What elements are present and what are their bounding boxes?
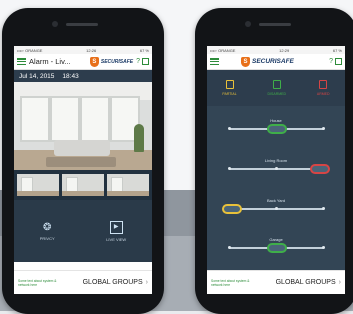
left-screen: ••••◦ ORANGE 12:26 67 % Alarm - Liv... S… [14,46,152,294]
battery-label: 67 % [139,47,149,53]
arm-mode-bar: PARTIAL DISARMED ARMED [207,70,345,106]
home-icon[interactable] [142,58,149,65]
live-view-icon: ▶ [109,220,123,234]
right-phone: ••••◦ ORANGE 12:29 67 % S SECURISAFE ? P… [195,8,353,314]
thumbnail[interactable] [62,174,104,196]
front-camera [52,21,58,27]
logo-text: SECURISAFE [252,58,294,65]
room-window [50,96,80,142]
thumbnail[interactable] [17,174,59,196]
global-groups-link[interactable]: GLOBAL GROUPS [276,279,336,286]
room-sofa [54,140,110,156]
mode-disarmed-button[interactable]: DISARMED [268,80,286,96]
area-name-house: House [270,118,282,123]
privacy-button[interactable]: ❂ PRIVCY [40,222,55,241]
live-view-button[interactable]: ▶ LIVE VIEW [106,220,127,242]
thumbnail[interactable] [107,174,149,196]
snapshot-date: Jul 14, 2015 [19,72,55,80]
area-slider-garage[interactable] [267,243,287,253]
carrier-label: ••••◦ ORANGE [17,47,43,53]
securisafe-logo: S SECURISAFE [241,56,294,67]
area-slider-living-room[interactable] [310,164,330,174]
shield-logo-icon: S [241,56,250,67]
snapshot-time: 18:43 [62,72,79,80]
live-view-label: LIVE VIEW [106,236,127,242]
camera-controls: ❂ PRIVCY ▶ LIVE VIEW [14,200,152,262]
left-phone: ••••◦ ORANGE 12:26 67 % Alarm - Liv... S… [2,8,164,314]
securisafe-logo: S SECURISAFE [89,56,134,67]
shield-logo-icon: S [89,56,99,67]
help-button[interactable]: ? [136,58,140,65]
mode-partial-button[interactable]: PARTIAL [222,80,237,96]
right-screen: ••••◦ ORANGE 12:29 67 % S SECURISAFE ? P… [207,46,345,294]
room-plant [134,124,144,152]
camera-privacy-icon: ❂ [43,221,52,233]
front-camera [245,21,251,27]
footer-bar: Some text about system & network here GL… [14,270,152,294]
earpiece-speaker [259,23,291,26]
nav-bar: Alarm - Liv... S SECURISAFE ? [14,54,152,70]
mode-armed-button[interactable]: ARMED [317,80,330,96]
room-rug [46,157,116,167]
room-window [20,96,50,142]
chevron-right-icon: › [338,279,341,286]
area-name-back-yard: Back Yard [266,198,286,203]
area-slider-house[interactable] [267,124,287,134]
status-bar: ••••◦ ORANGE 12:26 67 % [14,46,152,54]
camera-snapshot[interactable] [14,82,152,170]
mode-label: DISARMED [267,92,287,96]
home-icon[interactable] [335,58,342,65]
mode-label: ARMED [316,92,330,96]
area-name-garage: Garage [269,237,283,242]
clock-label: 12:29 [279,47,290,53]
footer-note: Some text about system & network here [211,278,250,287]
help-button[interactable]: ? [329,58,333,65]
lock-icon [319,80,328,89]
battery-label: 67 % [332,47,342,53]
status-bar: ••••◦ ORANGE 12:29 67 % [207,46,345,54]
earpiece-speaker [66,23,98,26]
snapshot-timestamp: Jul 14, 2015 18:43 [14,70,152,82]
nav-bar: S SECURISAFE ? [207,54,345,70]
mode-label: PARTIAL [222,92,237,96]
carrier-label: ••••◦ ORANGE [210,47,236,53]
room-window [80,96,110,142]
global-groups-link[interactable]: GLOBAL GROUPS [83,279,143,286]
chevron-right-icon: › [145,279,148,286]
area-slider-back-yard[interactable] [222,204,242,214]
menu-icon[interactable] [210,58,219,65]
footer-note: Some text about system & network here [18,278,57,287]
snapshot-thumbnails [14,170,152,200]
unlock-icon [272,80,281,89]
area-name-living-room: Living Room [264,158,288,163]
footer-bar: Some text about system & network here GL… [207,270,345,294]
lock-icon [225,80,234,89]
page-title: Alarm - Liv... [29,57,71,66]
clock-label: 12:26 [86,47,97,53]
menu-icon[interactable] [17,58,26,65]
privacy-label: PRIVCY [39,235,55,241]
area-list: House Living Room Back Yard Garage [207,106,345,270]
logo-text: SECURISAFE [100,58,134,65]
